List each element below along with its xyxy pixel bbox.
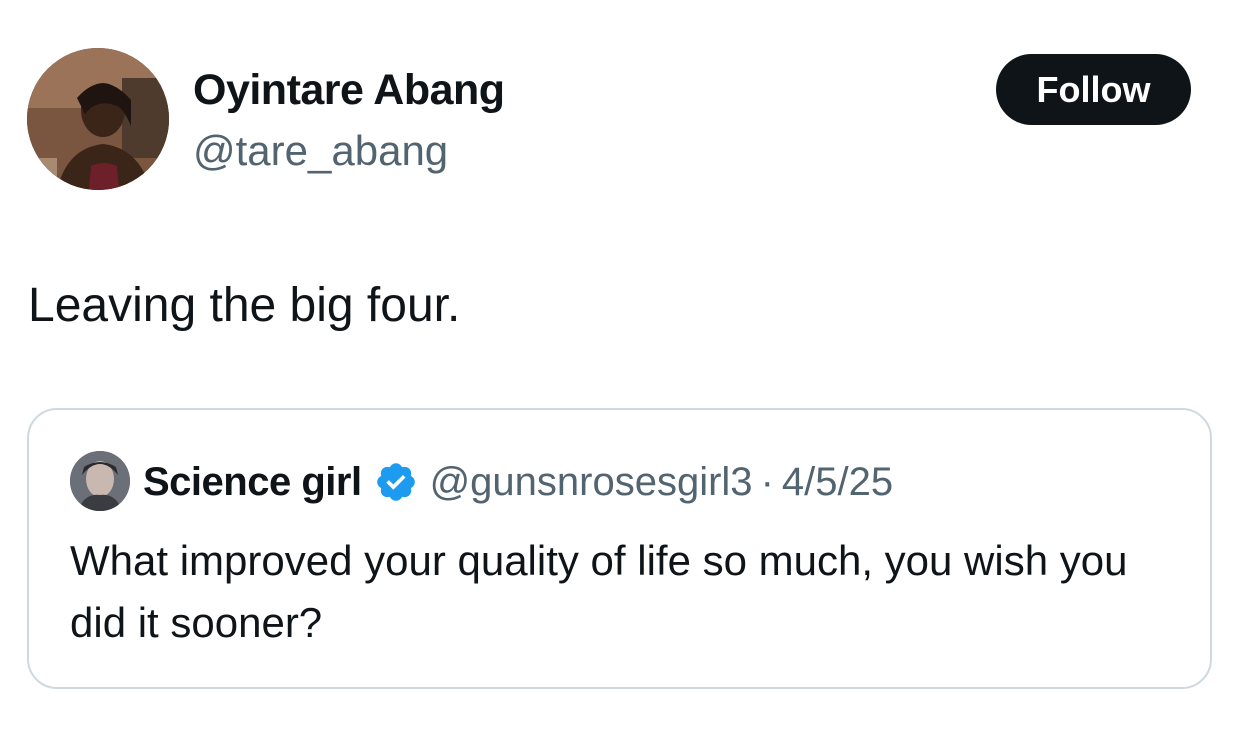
quoted-tweet-text: What improved your quality of life so mu…: [70, 537, 1128, 646]
quoted-tweet-card[interactable]: Science girl @gunsnrosesgirl3 · 4/5/25 W…: [27, 408, 1212, 689]
quoted-author-name[interactable]: Science girl: [143, 460, 362, 505]
separator-dot: ·: [760, 459, 774, 504]
verified-badge-icon: [376, 463, 415, 501]
profile-photo-icon: [27, 48, 169, 190]
tweet-text: Leaving the big four.: [28, 279, 461, 332]
quoted-profile-photo-icon: [70, 451, 130, 511]
quoted-author-avatar[interactable]: [70, 451, 130, 511]
quoted-tweet-header: Science girl @gunsnrosesgirl3 · 4/5/25: [143, 454, 893, 510]
quoted-tweet-date[interactable]: 4/5/25: [782, 460, 893, 505]
author-handle[interactable]: @tare_abang: [193, 125, 448, 177]
author-avatar[interactable]: [27, 48, 169, 190]
quoted-author-handle[interactable]: @gunsnrosesgirl3: [430, 460, 753, 505]
follow-button[interactable]: Follow: [996, 54, 1191, 125]
author-name[interactable]: Oyintare Abang: [193, 64, 505, 116]
